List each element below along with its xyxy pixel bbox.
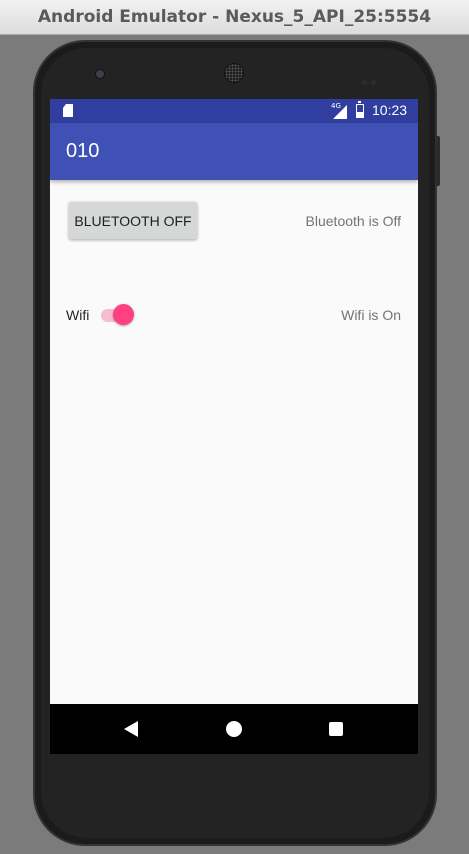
battery-icon xyxy=(356,101,364,118)
app-title: 010 xyxy=(66,140,100,162)
wifi-switch[interactable] xyxy=(101,304,135,326)
power-button[interactable] xyxy=(436,136,440,186)
navigation-bar xyxy=(50,704,418,754)
network-type-label: 4G xyxy=(331,102,341,110)
sd-card-icon xyxy=(63,104,73,117)
wifi-switch-thumb[interactable] xyxy=(113,304,134,325)
device-screen: 4G 10:23 010 BLUETOOTH OFF Bluetooth is … xyxy=(50,99,418,754)
bluetooth-toggle-button[interactable]: BLUETOOTH OFF xyxy=(69,202,197,239)
wifi-label: Wifi xyxy=(66,307,90,323)
front-camera-icon xyxy=(96,70,104,78)
window-title: Android Emulator - Nexus_5_API_25:5554 xyxy=(0,0,469,35)
status-clock: 10:23 xyxy=(372,102,408,118)
wifi-status-text: Wifi is On xyxy=(341,307,401,323)
bluetooth-status-text: Bluetooth is Off xyxy=(305,213,401,229)
earpiece-speaker-icon xyxy=(225,64,243,82)
status-bar: 4G 10:23 xyxy=(50,99,418,123)
proximity-sensors xyxy=(362,70,382,85)
home-icon[interactable] xyxy=(226,721,242,737)
app-bar: 010 xyxy=(50,123,418,180)
emulator-window: Android Emulator - Nexus_5_API_25:5554 4… xyxy=(0,0,469,854)
recents-icon[interactable] xyxy=(329,722,343,736)
back-icon[interactable] xyxy=(124,721,138,737)
